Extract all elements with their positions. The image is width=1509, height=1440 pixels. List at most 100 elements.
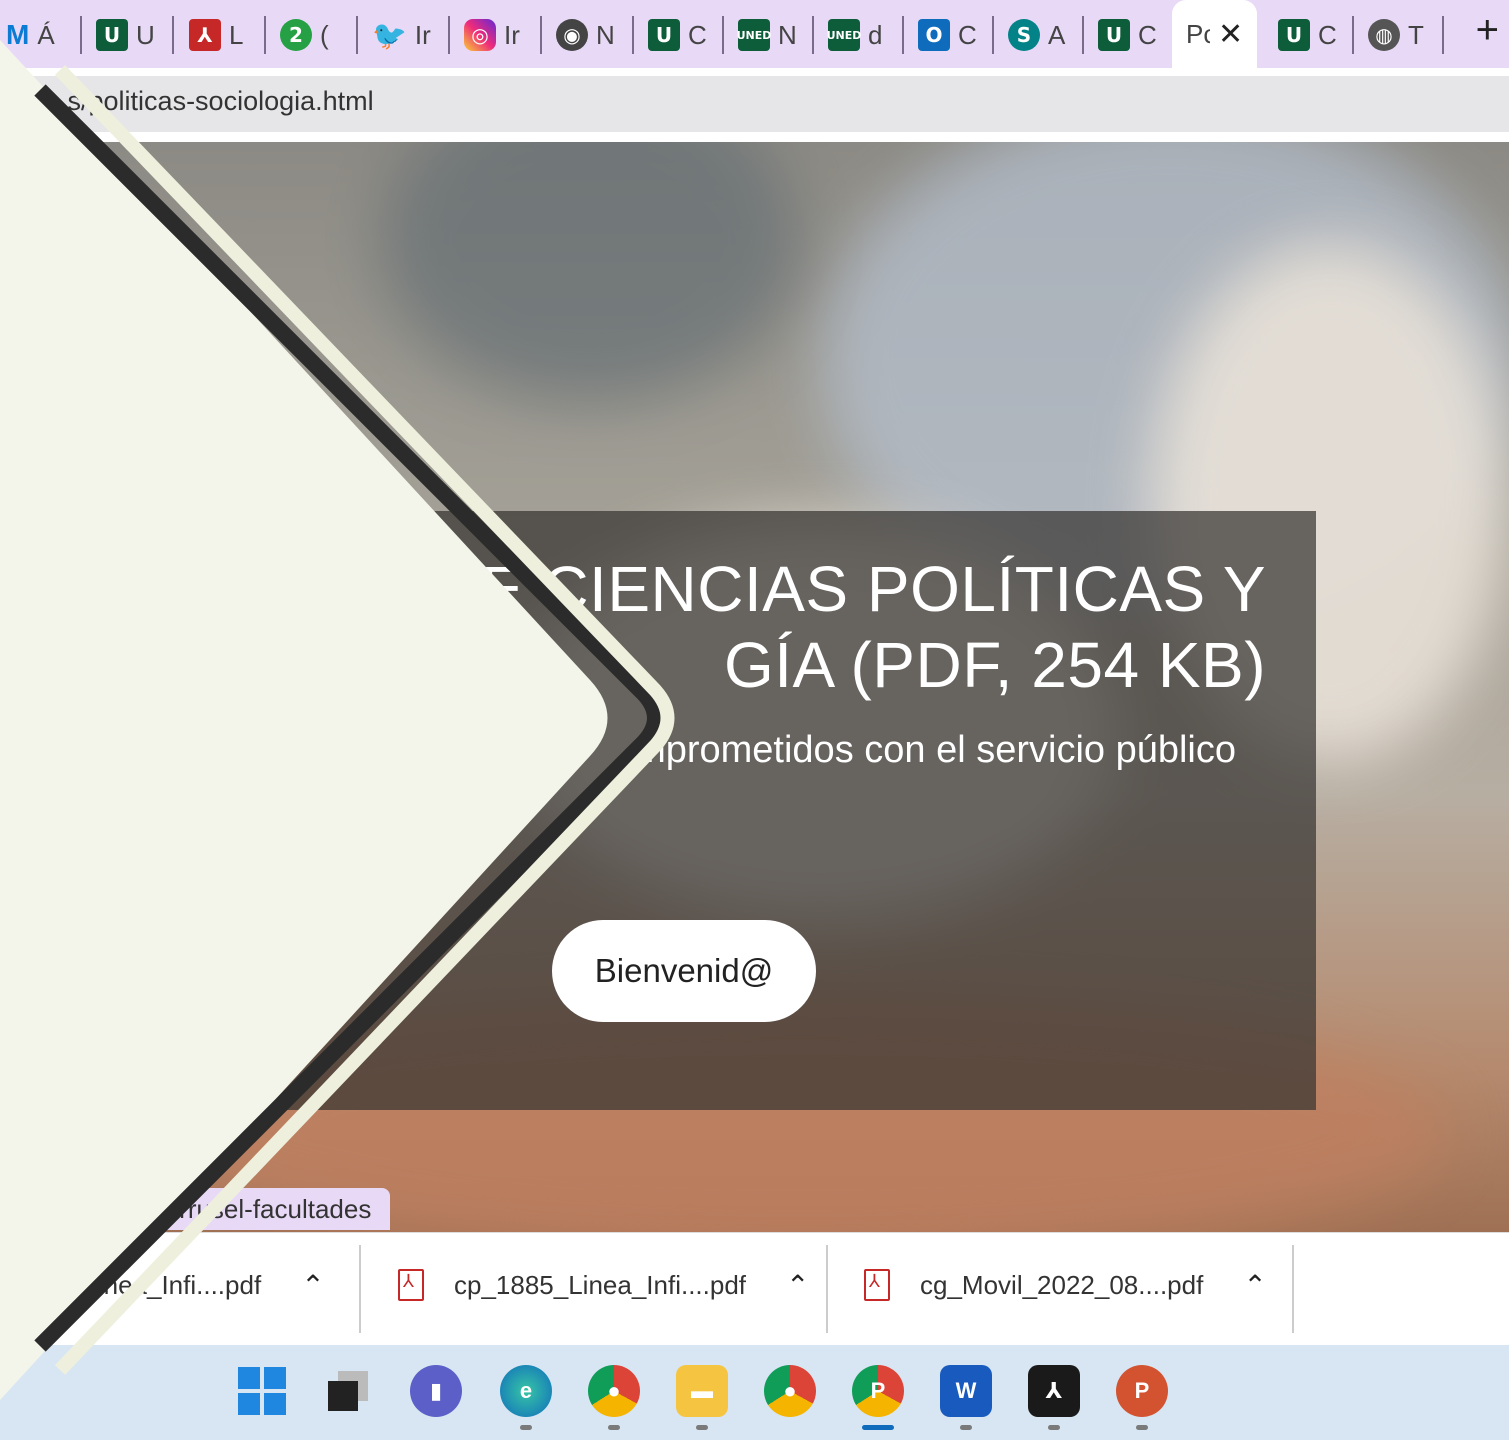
download-item[interactable]: 55_Linea_Infi....pdf ⌃ [40, 1255, 325, 1315]
pdf-icon [398, 1269, 424, 1301]
download-separator [1292, 1245, 1294, 1333]
download-item[interactable]: cp_1885_Linea_Infi....pdf ⌃ [398, 1255, 810, 1315]
uned-logo-icon: UNED [737, 19, 771, 51]
download-separator [359, 1245, 361, 1333]
uned-icon: U [1098, 19, 1130, 51]
tab-title: d [868, 19, 883, 50]
tab-separator [992, 16, 994, 54]
tab-title: A [1048, 19, 1066, 50]
chromium-icon: ◉ [556, 19, 588, 51]
tab-separator [264, 16, 266, 54]
close-icon[interactable]: ✕ [1218, 17, 1243, 52]
tab-separator [1082, 16, 1084, 54]
running-indicator [1048, 1425, 1060, 1430]
hero-subtitle: mprometidos con el servicio público [634, 729, 1236, 771]
instagram-icon: ◎ [464, 19, 496, 51]
hero-title-line: E CIENCIAS POLÍTICAS Y [480, 553, 1266, 625]
tab-uned-2[interactable]: U C [648, 10, 706, 60]
acrobat-icon[interactable]: ⅄ [1028, 1365, 1080, 1417]
tab-uned[interactable]: U U [96, 10, 154, 60]
download-filename: cp_1885_Linea_Infi....pdf [454, 1269, 747, 1300]
chevron-up-icon[interactable]: ⌃ [786, 1269, 809, 1302]
tab-chromium[interactable]: ◉ N [556, 10, 614, 60]
sharepoint-icon: S [1008, 19, 1040, 51]
address-bar: ltac s/politicas-sociologia.html [0, 68, 1509, 140]
status-url-text: nl#arrusel-facultades [130, 1194, 372, 1224]
tab-adobe[interactable]: ⅄ L [189, 10, 247, 60]
tab-outlook[interactable]: O C [918, 10, 976, 60]
task-view-icon[interactable] [322, 1365, 374, 1417]
hero-banner: E CIENCIAS POLÍTICAS Y GÍA (PDF, 254 KB)… [0, 142, 1509, 1232]
adobe-pdf-icon: ⅄ [189, 19, 221, 51]
chrome-icon[interactable]: ● [764, 1365, 816, 1417]
url-text: ltac s/politicas-sociologia.html [18, 86, 374, 116]
tab-title: N [596, 19, 614, 50]
chrome-profile-icon[interactable]: ● [588, 1365, 640, 1417]
teams-chat-icon[interactable]: ▮ [410, 1365, 462, 1417]
tab-separator [540, 16, 542, 54]
tab-active[interactable]: Pc ✕ [1172, 0, 1258, 68]
tab-title: L [229, 19, 244, 50]
tab-separator [1442, 16, 1444, 54]
edge-icon[interactable]: e [500, 1365, 552, 1417]
welcome-button[interactable]: Bienvenid@ [552, 920, 816, 1022]
globe-icon: ◍ [1368, 19, 1400, 51]
powerpoint-icon[interactable]: P [1116, 1365, 1168, 1417]
running-indicator [1136, 1425, 1148, 1430]
tab-uned-3[interactable]: U C [1098, 10, 1156, 60]
tab-title: C [1318, 19, 1336, 50]
tab-sharepoint[interactable]: S A [1008, 10, 1066, 60]
twitter-icon: 🐦 [372, 19, 407, 51]
tab-title: Ir [504, 19, 520, 50]
download-item[interactable]: cg_Movil_2022_08....pdf ⌃ [864, 1255, 1267, 1315]
tab-uned-4[interactable]: U C [1278, 10, 1336, 60]
tab-instagram[interactable]: ◎ Ir [464, 10, 522, 60]
pdf-icon [864, 1269, 890, 1301]
hero-title-line: GÍA (PDF, 254 KB) [723, 629, 1266, 701]
chevron-up-icon[interactable]: ⌃ [1243, 1269, 1266, 1302]
tab-twitter[interactable]: 🐦 Ir [372, 10, 433, 60]
tab-strip: M Á U U ⅄ L 2 ( 🐦 Ir ◎ Ir ◉ N U C UNED N [0, 0, 1509, 68]
whatsapp-icon: 2 [280, 19, 312, 51]
tab-separator [632, 16, 634, 54]
tab-whatsapp[interactable]: 2 ( [280, 10, 338, 60]
tab-title: Ir [414, 19, 431, 50]
tab-separator [172, 16, 174, 54]
download-shelf: 55_Linea_Infi....pdf ⌃ cp_1885_Linea_Inf… [0, 1232, 1509, 1345]
tab-separator [448, 16, 450, 54]
tab-movistar[interactable]: M Á [6, 10, 55, 60]
hero-photo-bg [380, 142, 800, 402]
uned-icon: U [1278, 19, 1310, 51]
tab-separator [80, 16, 82, 54]
file-explorer-icon[interactable]: ▬ [676, 1365, 728, 1417]
uned-icon: U [648, 19, 680, 51]
windows-start-icon[interactable] [236, 1365, 288, 1417]
download-filename: cg_Movil_2022_08....pdf [920, 1269, 1204, 1300]
tab-separator [356, 16, 358, 54]
download-filename: 55_Linea_Infi....pdf [40, 1269, 262, 1300]
tab-title: T [1408, 19, 1424, 50]
tab-separator [1352, 16, 1354, 54]
tab-title: C [958, 19, 976, 50]
status-url: nl#arrusel-facultades [0, 1188, 390, 1230]
outlook-icon: O [918, 19, 950, 51]
taskbar: ▮ e ● ▬ ● P W ⅄ P [0, 1345, 1509, 1440]
running-indicator [960, 1425, 972, 1430]
chrome-p-icon[interactable]: P [852, 1365, 904, 1417]
new-tab-icon[interactable]: + [1476, 8, 1499, 53]
tab-title: C [1138, 19, 1156, 50]
tab-title: C [688, 19, 706, 50]
uned-icon: U [96, 19, 128, 51]
tab-uned-logo-2[interactable]: UNED d [827, 10, 886, 60]
active-indicator [862, 1425, 894, 1430]
tab-globe[interactable]: ◍ T [1368, 10, 1426, 60]
word-icon[interactable]: W [940, 1365, 992, 1417]
tab-title: Pc [1186, 18, 1210, 49]
tab-title: U [136, 19, 154, 50]
tab-uned-logo[interactable]: UNED N [737, 10, 796, 60]
chevron-up-icon[interactable]: ⌃ [301, 1269, 324, 1302]
running-indicator [608, 1425, 620, 1430]
url-field[interactable]: ltac s/politicas-sociologia.html [0, 76, 1509, 132]
tab-separator [812, 16, 814, 54]
tab-separator [722, 16, 724, 54]
